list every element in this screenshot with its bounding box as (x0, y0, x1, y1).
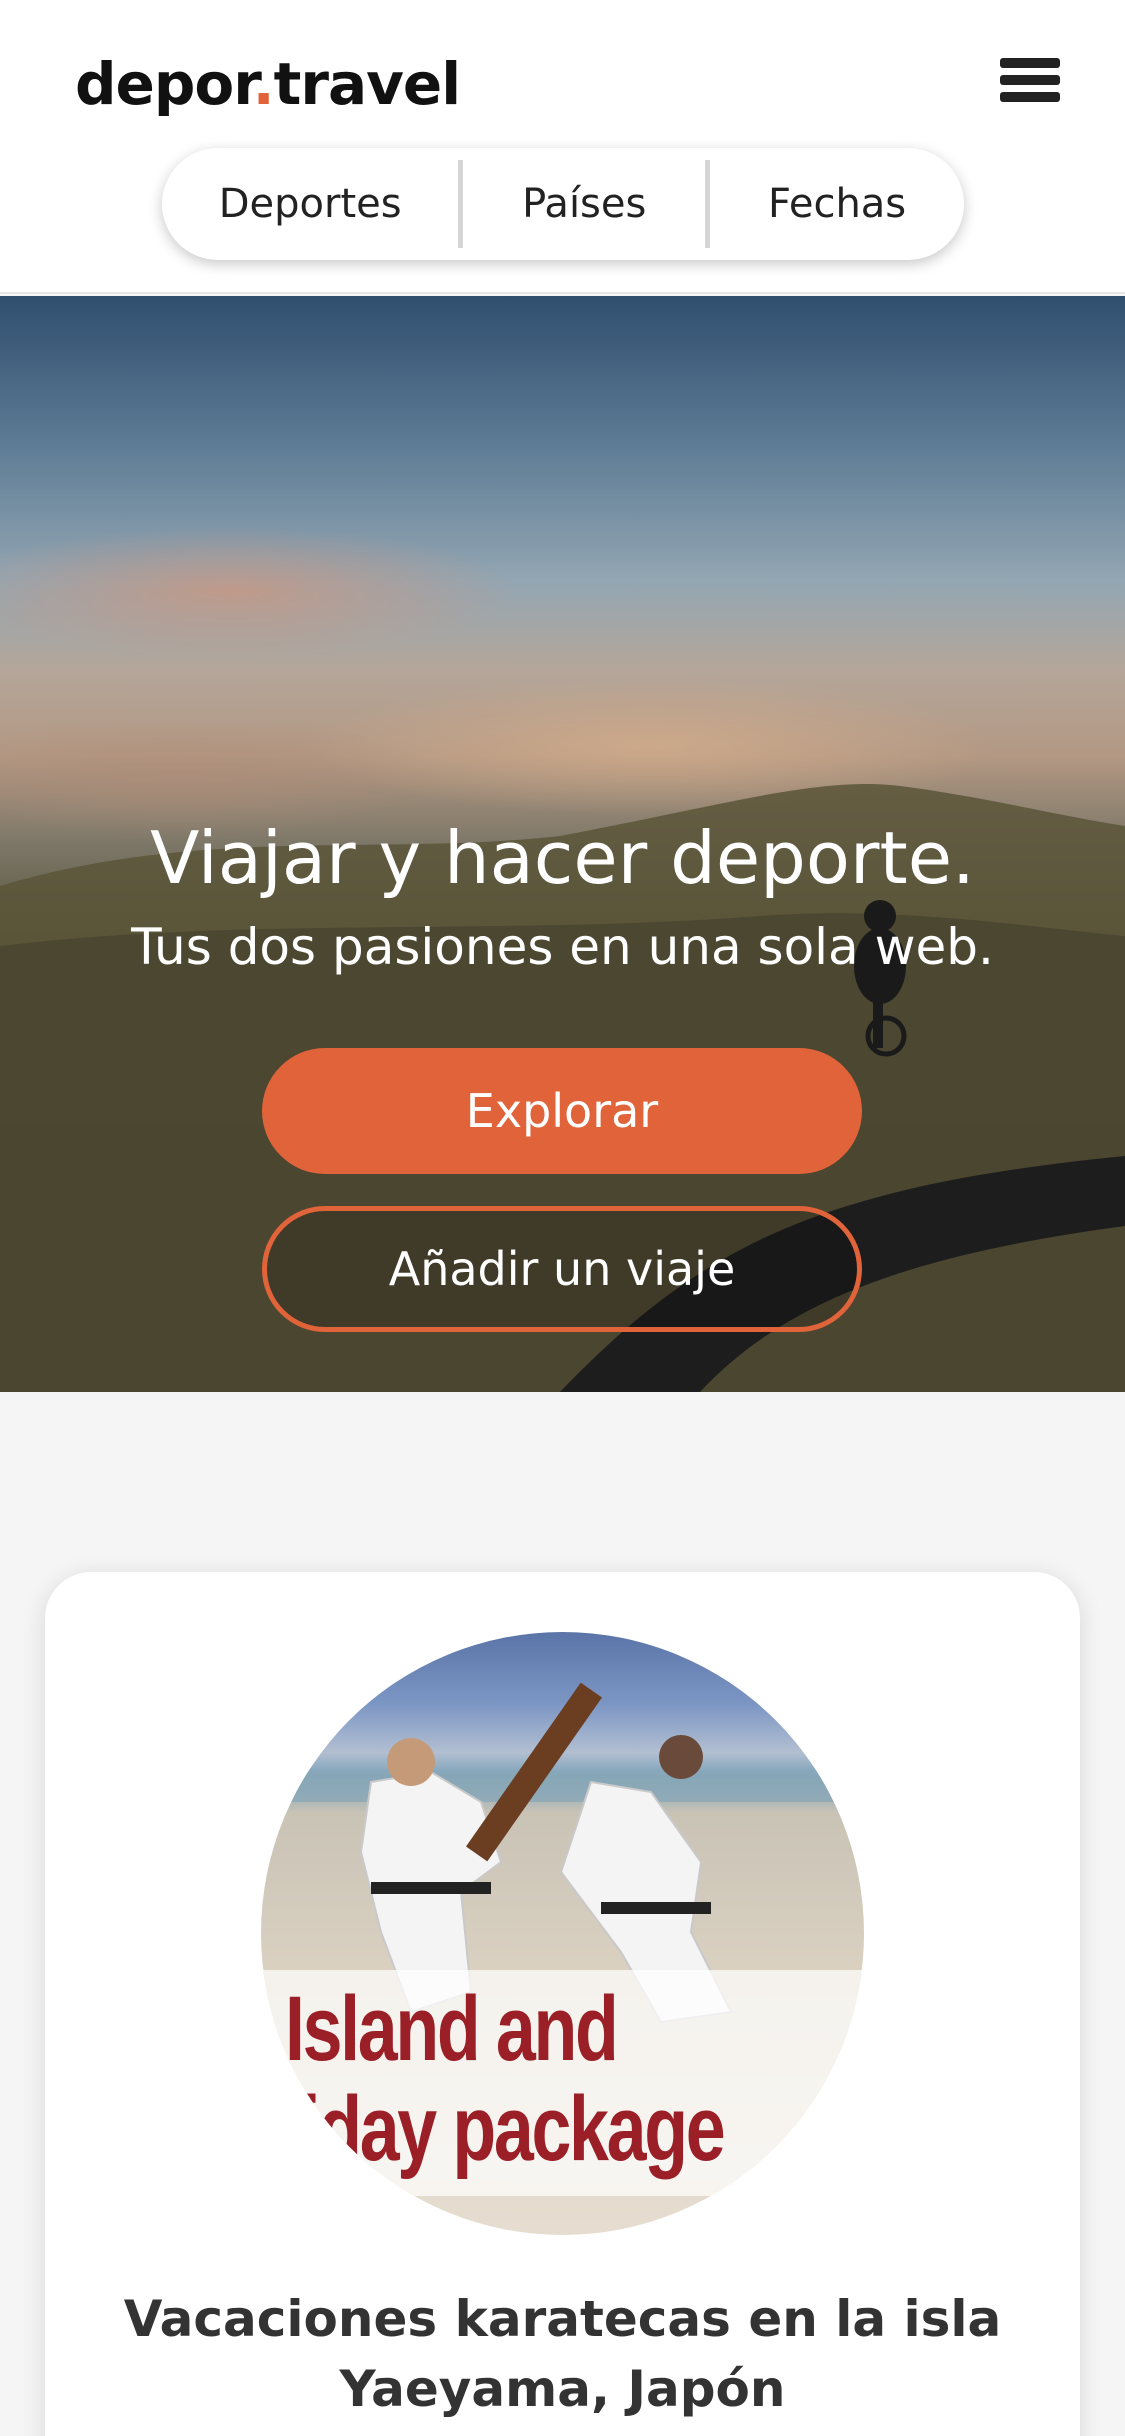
tab-fechas[interactable]: Fechas (710, 148, 964, 260)
explore-button[interactable]: Explorar (262, 1048, 862, 1174)
trip-card-title[interactable]: Vacaciones karatecas en la isla Yaeyama,… (85, 2284, 1040, 2424)
add-trip-button[interactable]: Añadir un viaje (262, 1206, 862, 1332)
logo-tail: travel (273, 50, 461, 118)
hamburger-menu-icon[interactable] (1000, 58, 1060, 106)
logo-dot: . (252, 50, 275, 118)
image-caption-line1: Island and (285, 1978, 619, 2080)
site-logo[interactable]: depor.travel (75, 50, 461, 118)
trip-card-image[interactable]: Island and liday package (261, 1632, 864, 2235)
logo-main: depor (75, 50, 254, 118)
hero-subtitle: Tus dos pasiones en una sola web. (131, 918, 994, 976)
top-header: depor.travel Deportes Países Fechas (0, 0, 1125, 294)
filter-tabs: Deportes Países Fechas (162, 148, 964, 260)
tab-deportes[interactable]: Deportes (162, 148, 458, 260)
trip-card[interactable]: Island and liday package Vacaciones kara… (45, 1572, 1080, 2436)
hero-cloud (0, 526, 520, 656)
hero-title: Viajar y hacer deporte. (150, 816, 975, 900)
tab-paises[interactable]: Países (463, 148, 705, 260)
hero-banner: Viajar y hacer deporte. Tus dos pasiones… (0, 296, 1125, 1392)
image-caption-line2: liday package (283, 2078, 726, 2180)
